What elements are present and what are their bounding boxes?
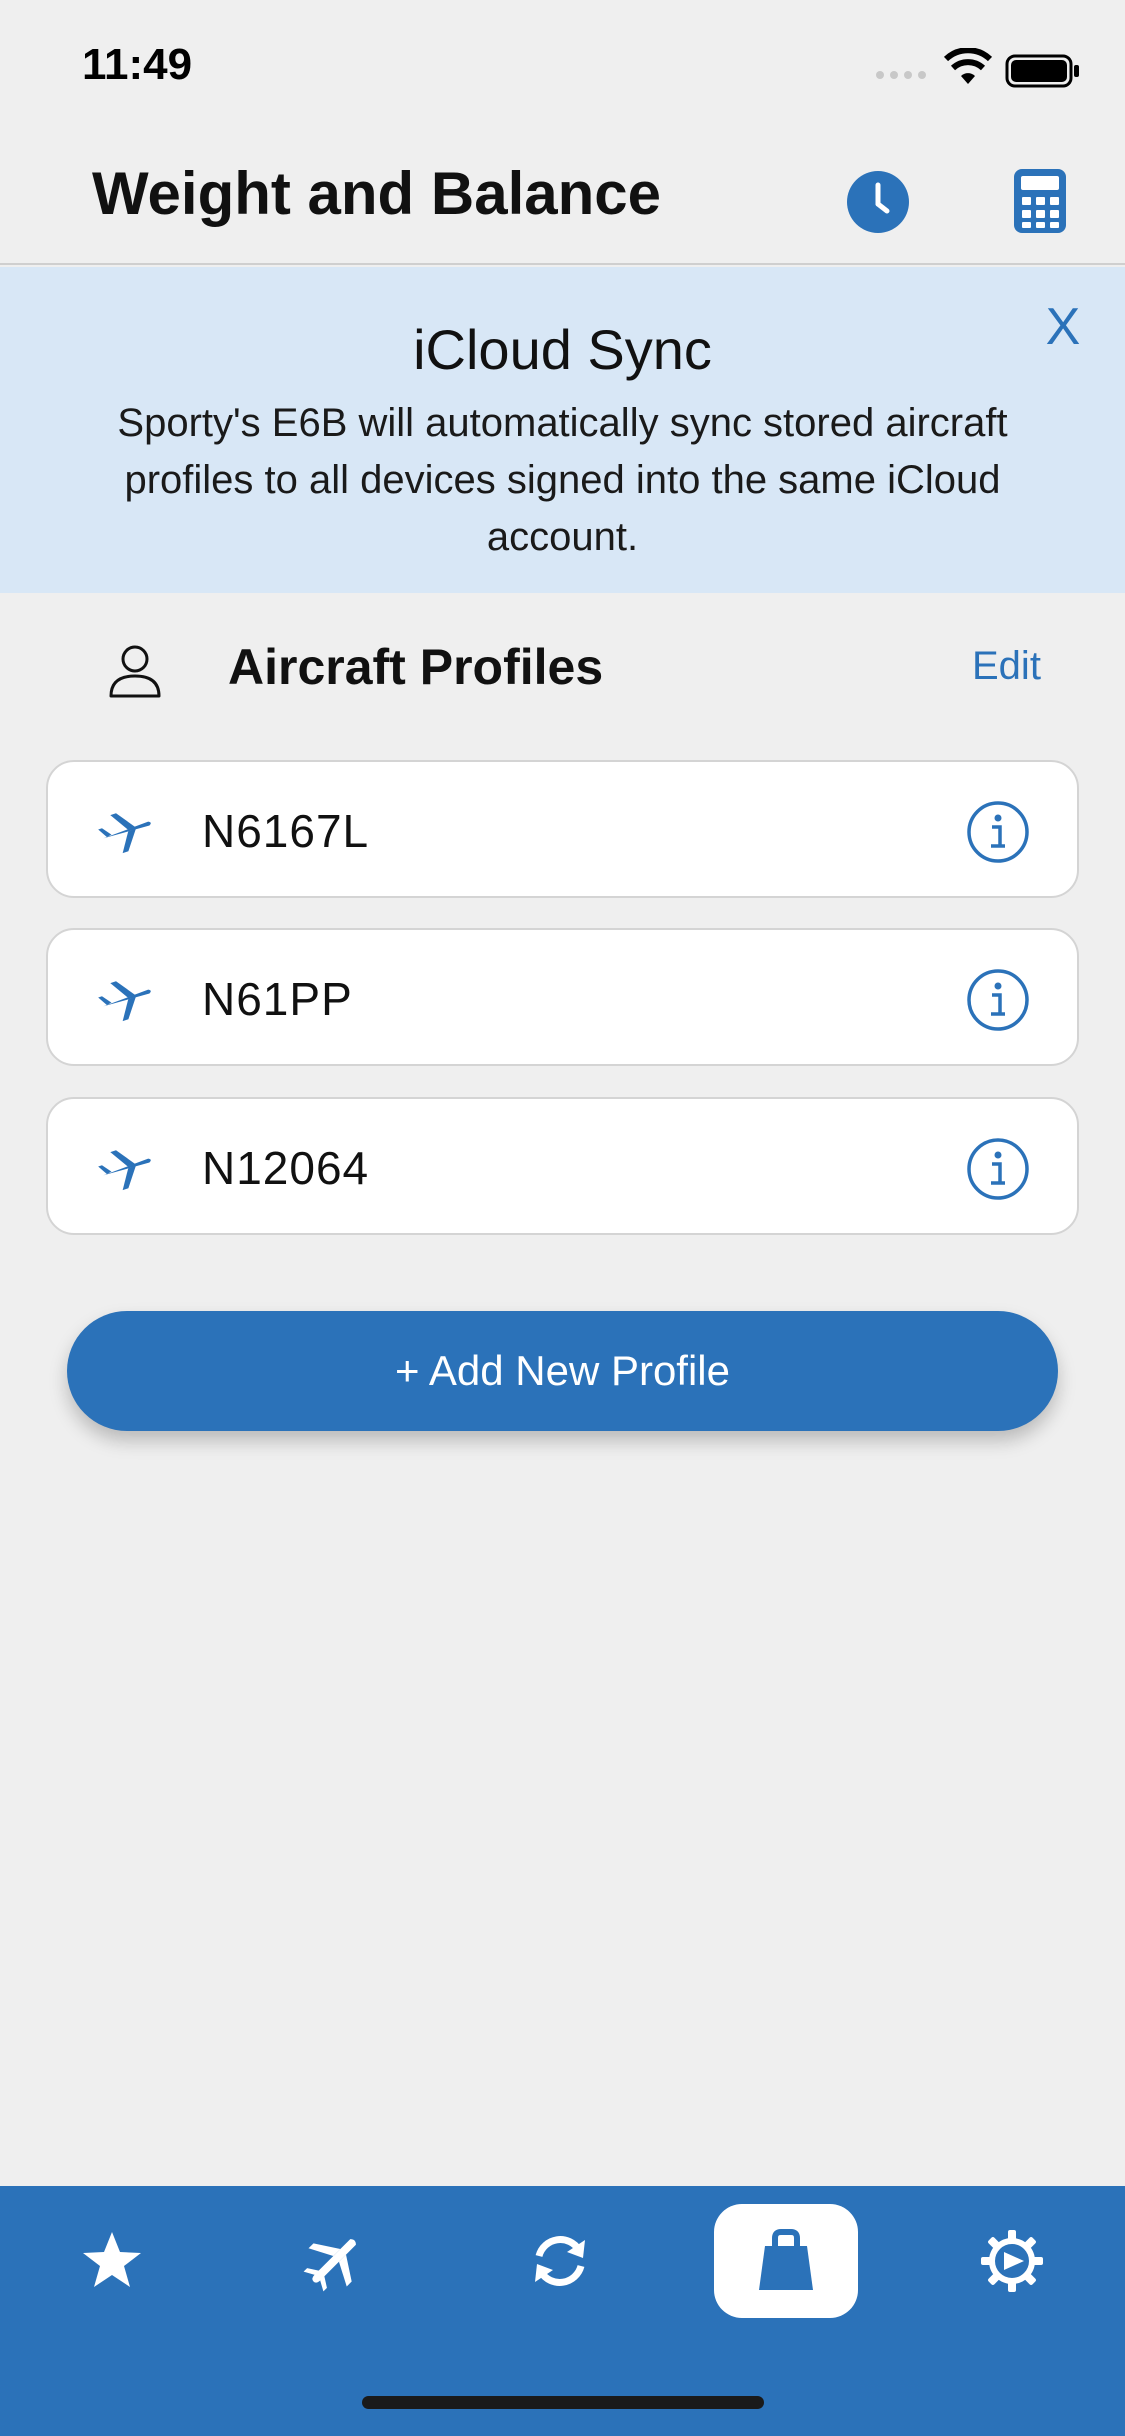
- profile-name: N12064: [202, 1142, 370, 1194]
- person-icon: [109, 645, 161, 698]
- profile-item[interactable]: N12064: [46, 1097, 1079, 1235]
- banner-close-button[interactable]: X: [1040, 297, 1086, 357]
- clock-icon: [875, 182, 890, 214]
- edit-button[interactable]: Edit: [972, 644, 1041, 689]
- history-button[interactable]: [847, 171, 909, 233]
- sync-icon: [535, 2236, 585, 2286]
- section-title: Aircraft Profiles: [228, 639, 604, 695]
- info-icon[interactable]: [966, 968, 1030, 1032]
- tab-flight[interactable]: [262, 2204, 406, 2318]
- battery-icon: [1005, 54, 1079, 88]
- tab-settings[interactable]: [940, 2204, 1084, 2318]
- info-icon[interactable]: [966, 800, 1030, 864]
- profile-name: N61PP: [202, 973, 353, 1025]
- profile-name: N6167L: [202, 805, 370, 857]
- wifi-icon: [943, 48, 993, 84]
- airplane-icon: [98, 1150, 151, 1191]
- aircraft-profiles-header: Aircraft Profiles Edit: [0, 620, 1125, 720]
- info-icon[interactable]: [966, 1137, 1030, 1201]
- profile-item[interactable]: N61PP: [46, 928, 1079, 1066]
- icloud-sync-banner: iCloud Sync Sporty's E6B will automatica…: [0, 267, 1125, 593]
- tab-conversions[interactable]: [488, 2204, 632, 2318]
- tab-favorites[interactable]: [40, 2204, 184, 2318]
- settings-gear-icon: [981, 2230, 1043, 2292]
- home-indicator: [362, 2396, 764, 2409]
- banner-message: Sporty's E6B will automatically sync sto…: [117, 401, 1008, 559]
- status-time: 11:49: [82, 40, 193, 89]
- nav-header: Weight and Balance: [0, 135, 1125, 265]
- cellular-signal-icon: [876, 71, 926, 79]
- banner-title: iCloud Sync: [413, 318, 712, 381]
- star-icon: [83, 2232, 141, 2287]
- page-title: Weight and Balance: [92, 160, 662, 227]
- weight-icon: [759, 2229, 813, 2290]
- add-new-profile-button[interactable]: + Add New Profile: [67, 1311, 1058, 1431]
- calculator-icon: [1014, 169, 1066, 233]
- tab-weight-balance[interactable]: [714, 2204, 858, 2318]
- airplane-icon: [303, 2239, 356, 2292]
- calculator-button[interactable]: [1014, 169, 1066, 233]
- airplane-icon: [98, 981, 151, 1022]
- airplane-icon: [98, 813, 151, 854]
- status-bar: 11:49: [0, 0, 1125, 135]
- profile-item[interactable]: N6167L: [46, 760, 1079, 898]
